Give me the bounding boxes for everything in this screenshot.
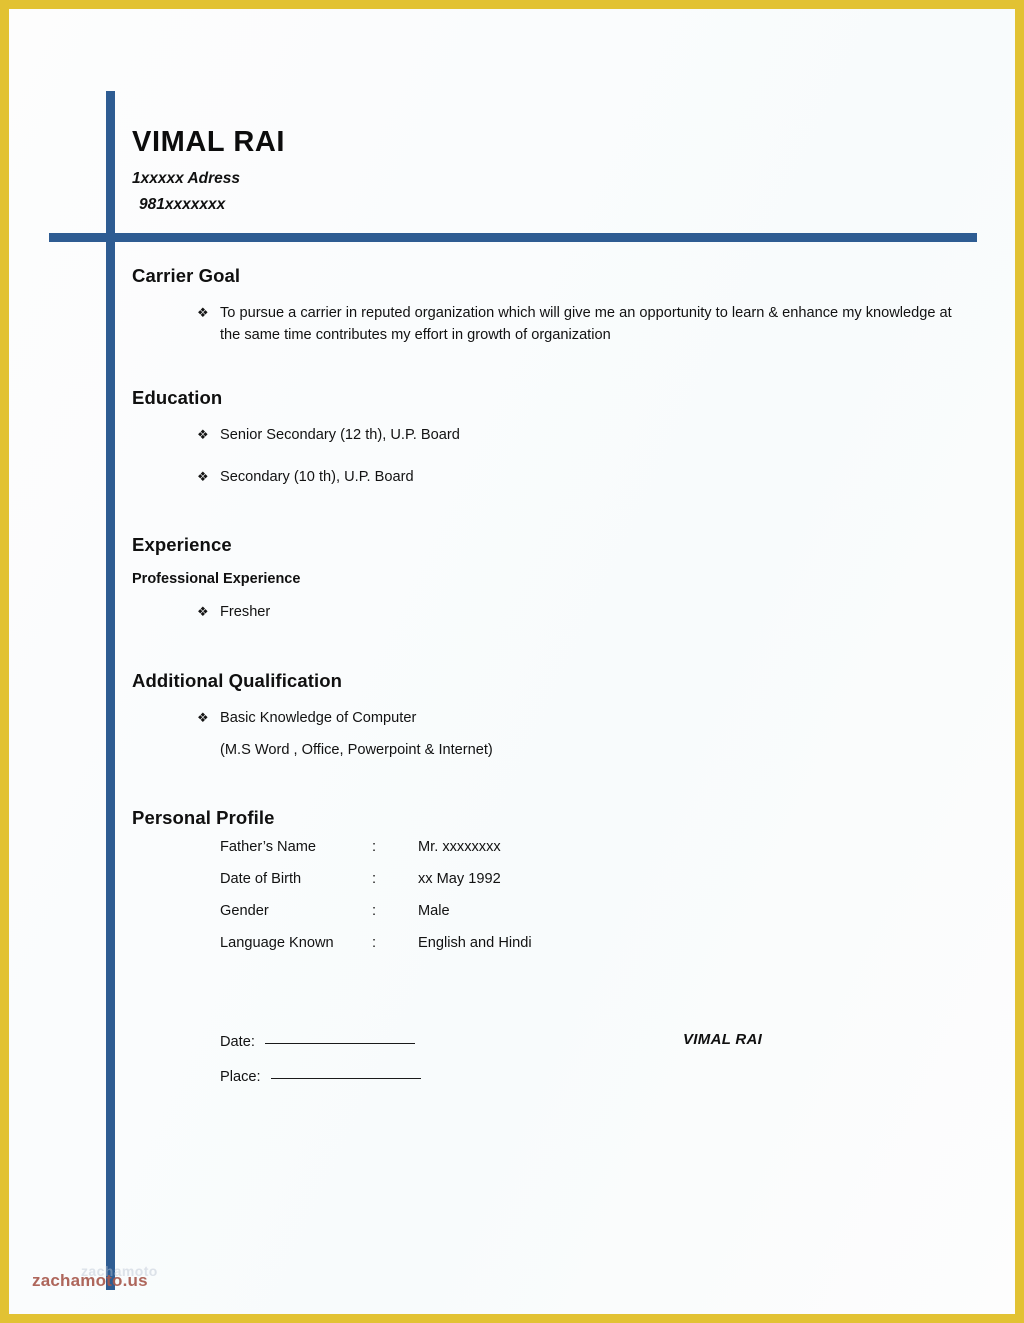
candidate-phone: 981xxxxxxx — [139, 195, 226, 213]
profile-separator: : — [372, 903, 377, 920]
profile-value: xx May 1992 — [418, 871, 501, 888]
subsection-title-professional-experience: Professional Experience — [132, 570, 301, 587]
list-item: ❖ Basic Knowledge of Computer — [132, 708, 970, 730]
section-carrier-goal: Carrier Goal ❖ To pursue a carrier in re… — [132, 265, 970, 347]
date-row: Date: — [220, 1031, 920, 1054]
section-title-experience: Experience — [132, 534, 232, 556]
profile-separator: : — [372, 839, 377, 856]
candidate-name: VIMAL RAI — [132, 126, 286, 158]
diamond-bullet-icon: ❖ — [197, 426, 209, 442]
personal-profile-table: Father’s Name : Mr. xxxxxxxx Date of Bir… — [220, 837, 532, 965]
section-title-additional-qualification: Additional Qualification — [132, 669, 343, 691]
list-item: ❖ Fresher — [132, 602, 970, 624]
document-sheet: VIMAL RAI 1xxxxx Adress 981xxxxxxx Carri… — [9, 9, 1015, 1314]
additional-qualification-continuation: (M.S Word , Office, Powerpoint & Interne… — [220, 741, 493, 758]
profile-separator: : — [372, 871, 377, 888]
resume-body: Carrier Goal ❖ To pursue a carrier in re… — [132, 265, 970, 1101]
table-row: Father’s Name : Mr. xxxxxxxx — [220, 837, 532, 869]
table-row: Date of Birth : xx May 1992 — [220, 869, 532, 901]
section-additional-qualification: Additional Qualification ❖ Basic Knowled… — [132, 670, 970, 762]
place-label: Place: — [220, 1068, 261, 1085]
table-row: Gender : Male — [220, 901, 532, 933]
profile-label: Father’s Name — [220, 839, 316, 856]
place-row: Place: — [220, 1066, 920, 1089]
profile-value: Mr. xxxxxxxx — [418, 839, 501, 856]
signature-name: VIMAL RAI — [683, 1031, 763, 1049]
profile-label: Language Known — [220, 935, 334, 952]
diamond-bullet-icon: ❖ — [197, 305, 209, 321]
experience-list: ❖ Fresher — [132, 602, 970, 624]
section-experience: Experience Professional Experience ❖ Fre… — [132, 534, 970, 623]
section-personal-profile: Personal Profile Father’s Name : Mr. xxx… — [132, 807, 970, 965]
profile-value: Male — [418, 903, 450, 920]
vertical-accent-rule — [106, 91, 115, 1290]
candidate-address: 1xxxxx Adress — [132, 170, 241, 188]
list-item-text: Basic Knowledge of Computer — [220, 709, 417, 726]
section-education: Education ❖ Senior Secondary (12 th), U.… — [132, 387, 970, 489]
carrier-goal-list: ❖ To pursue a carrier in reputed organiz… — [132, 303, 970, 346]
section-title-carrier-goal: Carrier Goal — [132, 265, 241, 286]
profile-label: Gender — [220, 903, 269, 920]
list-item-text: Secondary (10 th), U.P. Board — [220, 468, 414, 485]
date-label: Date: — [220, 1034, 255, 1051]
list-item: ❖ Senior Secondary (12 th), U.P. Board — [132, 425, 970, 447]
list-item: ❖ Secondary (10 th), U.P. Board — [132, 467, 970, 489]
place-fill-line — [270, 1066, 421, 1079]
watermark-site: zachamoto.us — [32, 1271, 148, 1290]
page-frame: VIMAL RAI 1xxxxx Adress 981xxxxxxx Carri… — [0, 0, 1024, 1323]
table-row: Language Known : English and Hindi — [220, 933, 532, 965]
list-item-text: To pursue a carrier in reputed organizat… — [220, 305, 952, 343]
list-item: ❖ To pursue a carrier in reputed organiz… — [132, 303, 970, 346]
signature-block: Date: Place: VIMAL RAI — [220, 1031, 920, 1089]
education-list: ❖ Senior Secondary (12 th), U.P. Board ❖… — [132, 425, 970, 488]
horizontal-accent-rule — [49, 233, 977, 242]
list-item-text: Senior Secondary (12 th), U.P. Board — [220, 426, 460, 443]
diamond-bullet-icon: ❖ — [197, 468, 209, 484]
resume-header: VIMAL RAI 1xxxxx Adress 981xxxxxxx — [132, 127, 832, 217]
diamond-bullet-icon: ❖ — [197, 603, 209, 619]
profile-label: Date of Birth — [220, 871, 302, 888]
section-title-personal-profile: Personal Profile — [132, 807, 275, 829]
section-title-education: Education — [132, 386, 223, 408]
profile-separator: : — [372, 935, 377, 952]
profile-value: English and Hindi — [418, 935, 532, 952]
list-item-text: Fresher — [220, 603, 271, 620]
diamond-bullet-icon: ❖ — [197, 709, 209, 725]
date-fill-line — [264, 1031, 415, 1045]
additional-qualification-list: ❖ Basic Knowledge of Computer — [132, 708, 970, 730]
